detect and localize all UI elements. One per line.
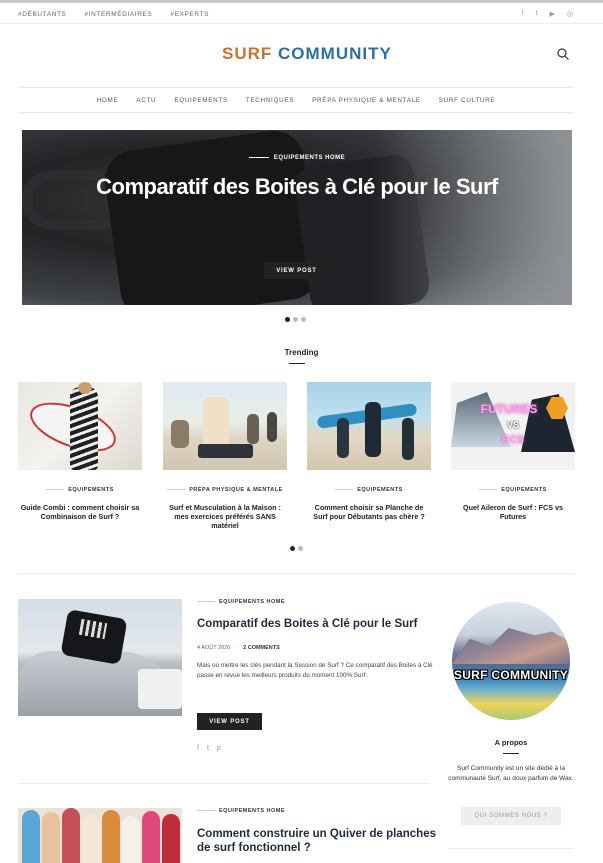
share-facebook-icon[interactable]: f xyxy=(197,745,199,752)
logo-word-community: COMMUNITY xyxy=(278,44,392,63)
instagram-icon[interactable]: ◎ xyxy=(567,10,573,18)
site-logo[interactable]: SURF COMMUNITY xyxy=(222,44,392,64)
about-underline xyxy=(503,753,519,754)
trending-thumb-wetsuit[interactable] xyxy=(18,382,142,470)
about-us-button[interactable]: QUI SOMMES NOUS ? xyxy=(461,807,561,825)
hero-categories-text[interactable]: EQUIPEMENTS HOME xyxy=(274,155,345,161)
trending-dot-1[interactable] xyxy=(290,546,295,551)
post-card: EQUIPEMENTS HOME Comment construire un Q… xyxy=(18,808,438,863)
nav-item-techniques[interactable]: TECHNIQUES xyxy=(237,97,303,104)
share-pinterest-icon[interactable]: p xyxy=(217,745,221,752)
post-title[interactable]: Comment construire un Quiver de planches… xyxy=(197,827,437,855)
trending-category: PRÉPA PHYSIQUE & MENTALE xyxy=(163,487,287,493)
trending-dot-2[interactable] xyxy=(298,546,303,551)
hero-view-post-button[interactable]: VIEW POST xyxy=(264,262,329,279)
trending-category: EQUIPEMENTS xyxy=(307,487,431,493)
trending-thumb-fins[interactable]: FUTURES VS FCS xyxy=(451,382,575,470)
top-bar: #DÉBUTANTS #INTERMÉDIAIRES #EXPERTS f t … xyxy=(0,0,603,24)
trending-underline xyxy=(289,363,305,364)
social-links: f t ▶ ◎ xyxy=(522,10,573,18)
slider-dot-1[interactable] xyxy=(285,317,290,322)
share-twitter-icon[interactable]: t xyxy=(207,745,209,752)
trending-card[interactable]: EQUIPEMENTS Comment choisir sa Planche d… xyxy=(307,382,431,521)
trending-thumb-workout[interactable] xyxy=(163,382,287,470)
post-categories: EQUIPEMENTS HOME xyxy=(197,808,285,814)
avatar-cliff-image xyxy=(452,628,570,664)
post-divider xyxy=(18,783,430,784)
post-thumb-quiver[interactable] xyxy=(18,808,182,863)
facebook-icon[interactable]: f xyxy=(522,10,524,18)
about-text: Surf Community est un site dédié à la co… xyxy=(448,765,574,782)
post-categories-text[interactable]: EQUIPEMENTS HOME xyxy=(219,599,285,605)
nav-item-surf-culture[interactable]: SURF CULTURE xyxy=(430,97,505,104)
slider-dot-2[interactable] xyxy=(293,317,298,322)
nav-item-prepa[interactable]: PRÉPA PHYSIQUE & MENTALE xyxy=(303,97,430,104)
hero-title[interactable]: Comparatif des Boites à Clé pour le Surf xyxy=(22,174,572,199)
trending-title[interactable]: Guide Combi : comment choisir sa Combina… xyxy=(18,503,142,521)
post-share-icons: f t p xyxy=(197,745,221,752)
about-heading: A propos xyxy=(494,738,528,747)
logo-word-surf: SURF xyxy=(222,44,273,63)
post-card: EQUIPEMENTS HOME Comparatif des Boites à… xyxy=(18,599,438,769)
youtube-icon[interactable]: ▶ xyxy=(550,10,555,18)
twitter-icon[interactable]: t xyxy=(536,10,538,18)
post-date-line: 4 AOÛT 2020 · 2 COMMENTS xyxy=(197,645,280,651)
tag-experts[interactable]: #EXPERTS xyxy=(170,11,209,18)
hero-categories: EQUIPEMENTS HOME xyxy=(22,155,572,161)
trending-card[interactable]: EQUIPEMENTS Guide Combi : comment choisi… xyxy=(18,382,142,521)
tag-debutants[interactable]: #DÉBUTANTS xyxy=(18,11,67,18)
slider-dot-3[interactable] xyxy=(301,317,306,322)
trending-card[interactable]: FUTURES VS FCS EQUIPEMENTS Quel Aileron … xyxy=(451,382,575,521)
trending-card[interactable]: PRÉPA PHYSIQUE & MENTALE Surf et Muscula… xyxy=(163,382,287,530)
post-excerpt: Mais où mettre les clés pendant la Sessi… xyxy=(197,662,433,679)
nav-item-equipements[interactable]: EQUIPEMENTS xyxy=(165,97,237,104)
post-title[interactable]: Comparatif des Boites à Clé pour le Surf xyxy=(197,617,437,631)
trending-category-text[interactable]: EQUIPEMENTS xyxy=(68,487,114,493)
avatar-logo-text: SURF COMMUNITY xyxy=(453,668,569,682)
hashtag-links: #DÉBUTANTS #INTERMÉDIAIRES #EXPERTS xyxy=(18,11,209,18)
nav-item-actu[interactable]: ACTU xyxy=(127,97,165,104)
trending-category-text[interactable]: EQUIPEMENTS xyxy=(501,487,547,493)
post-thumb-keybox[interactable] xyxy=(18,599,182,716)
post-comments-link[interactable]: 2 COMMENTS xyxy=(243,645,280,651)
trending-category-text[interactable]: PRÉPA PHYSIQUE & MENTALE xyxy=(189,487,283,493)
trending-thumb-beginners[interactable] xyxy=(307,382,431,470)
section-divider xyxy=(18,573,574,574)
post-date: 4 AOÛT 2020 xyxy=(197,645,231,651)
hero-slider-dots xyxy=(285,317,306,322)
trending-slider-dots xyxy=(290,546,303,551)
trending-title[interactable]: Quel Aileron de Surf : FCS vs Futures xyxy=(451,503,575,521)
trending-title[interactable]: Surf et Musculation à la Maison : mes ex… xyxy=(163,503,287,530)
main-nav: HOME ACTU EQUIPEMENTS TECHNIQUES PRÉPA P… xyxy=(18,87,574,113)
nav-item-home[interactable]: HOME xyxy=(88,97,128,104)
trending-category: EQUIPEMENTS xyxy=(451,487,575,493)
post-view-post-button[interactable]: VIEW POST xyxy=(197,713,262,730)
trending-title[interactable]: Comment choisir sa Planche de Surf pour … xyxy=(307,503,431,521)
post-categories: EQUIPEMENTS HOME xyxy=(197,599,285,605)
trending-heading: Trending xyxy=(284,348,319,357)
sidebar-divider xyxy=(448,848,574,849)
about-avatar: SURF COMMUNITY xyxy=(452,602,570,720)
trending-category: EQUIPEMENTS xyxy=(18,487,142,493)
search-icon[interactable] xyxy=(556,47,570,61)
trending-category-text[interactable]: EQUIPEMENTS xyxy=(357,487,403,493)
post-categories-text[interactable]: EQUIPEMENTS HOME xyxy=(219,808,285,814)
tag-intermediaires[interactable]: #INTERMÉDIAIRES xyxy=(85,11,153,18)
hero-slide[interactable]: EQUIPEMENTS HOME Comparatif des Boites à… xyxy=(22,130,572,305)
